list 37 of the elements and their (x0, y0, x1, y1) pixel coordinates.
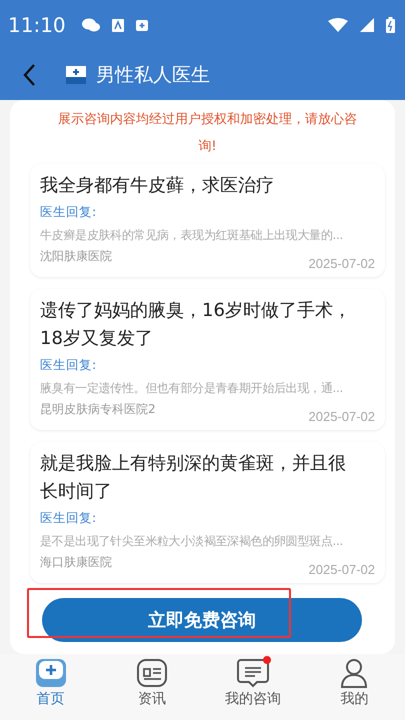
nav-tab[interactable]: 我的 (304, 654, 405, 720)
hospital-name: 海口肤康医院 (40, 554, 112, 571)
reply-label: 医生回复: (40, 357, 98, 374)
consultation-card[interactable]: 我全身都有牛皮藓，求医治疗 医生回复: 牛皮癣是皮肤科的常见病，表现为红斑基础上出现大量的... 沈阳肤康医院 2025-07-02 (30, 164, 385, 277)
reply-snippet: 腋臭有一定遗传性。但也有部分是青春期开始后出现，通... (40, 380, 344, 397)
medical-kit-icon (136, 20, 148, 30)
nav-tab[interactable]: 首页 (0, 654, 102, 720)
consultation-card[interactable]: 遗传了妈妈的腋臭，16岁时做了手术，18岁又复发了 医生回复: 腋臭有一定遗传性。但也有部分是青春期开始后出现，通... 昆明皮肤病专科医院2 2025-07-02 (30, 289, 385, 430)
reply-date: 2025-07-02 (308, 256, 375, 271)
reply-label: 医生回复: (40, 204, 98, 221)
consultation-card[interactable]: 就是我脸上有特别深的黄雀斑，并且很长时间了 医生回复: 是不是出现了针尖至米粒大小淡褐至深褐色的卵圆型斑点... 海口肤康医院 2025-07-02 (30, 442, 385, 583)
reply-label: 医生回复: (40, 510, 98, 527)
question-title: 遗传了妈妈的腋臭，16岁时做了手术，18岁又复发了 (40, 299, 352, 351)
status-time: 11:10 (8, 13, 66, 37)
wifi-icon (328, 18, 348, 32)
message-icon (237, 658, 270, 688)
news-card-icon (136, 658, 168, 688)
nav-tab[interactable]: 我的咨询 (202, 654, 304, 720)
medical-kit-icon (66, 66, 86, 84)
reply-date: 2025-07-02 (308, 409, 375, 424)
document-icon (112, 18, 124, 32)
question-title: 就是我脸上有特别深的黄雀斑，并且很长时间了 (40, 452, 347, 504)
chat-bubbles-icon (82, 18, 100, 32)
reply-date: 2025-07-02 (308, 562, 375, 577)
signal-icon (360, 18, 374, 32)
nav-tab[interactable]: 资讯 (101, 654, 202, 720)
medical-kit-icon (34, 658, 67, 688)
question-title: 我全身都有牛皮藓，求医治疗 (40, 174, 275, 198)
privacy-notice: 展示咨询内容均经过用户授权和加密处理，请放心咨询! (57, 111, 358, 156)
reply-snippet: 牛皮癣是皮肤科的常见病，表现为红斑基础上出现大量的... (40, 227, 344, 244)
hospital-name: 沈阳肤康医院 (40, 248, 112, 265)
hospital-name: 昆明皮肤病专科医院2 (40, 401, 156, 418)
page-title: 男性私人医生 (96, 63, 210, 88)
reply-snippet: 是不是出现了针尖至米粒大小淡褐至深褐色的卵圆型斑点... (40, 533, 344, 550)
battery-icon (386, 17, 395, 33)
back-icon[interactable] (22, 63, 36, 87)
free-consult-button[interactable]: 立即免费咨询 (42, 598, 362, 642)
